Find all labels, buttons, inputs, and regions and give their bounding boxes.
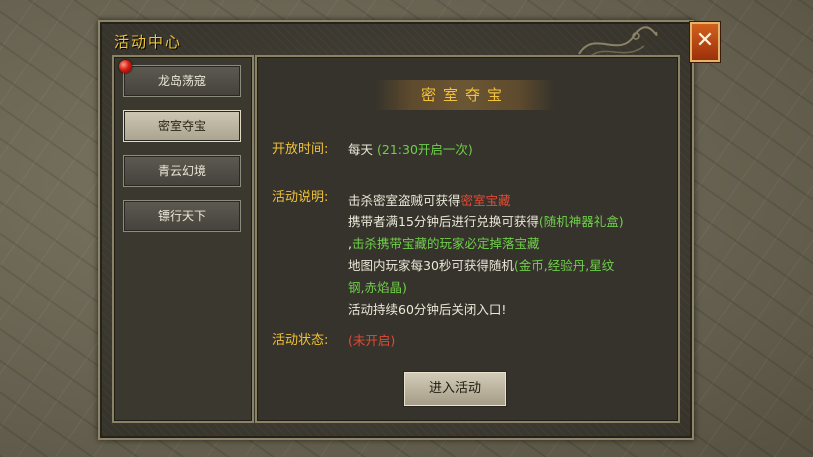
- description-line-4: 地图内玩家每30秒可获得随机(金币,经验丹,星纹: [348, 255, 614, 274]
- desc-text: 击杀密室盗贼可获得: [348, 193, 461, 208]
- status-label: 活动状态:: [272, 333, 329, 348]
- open-time-detail: (21:30开启一次): [377, 142, 473, 157]
- open-time-value: 每天: [348, 142, 374, 157]
- desc-highlight: (随机神器礼盒): [538, 214, 624, 229]
- desc-highlight: (金币,经验丹,星纹: [513, 258, 615, 273]
- description-line-2: 携带者满15分钟后进行兑换可获得(随机神器礼盒): [348, 211, 624, 230]
- description-line-1: 击杀密室盗贼可获得密室宝藏: [348, 190, 511, 209]
- description-line-3: ,击杀携带宝藏的玩家必定掉落宝藏: [348, 233, 540, 252]
- activity-heading: 密室夺宝: [375, 80, 555, 110]
- panel-title: 活动中心: [114, 33, 183, 51]
- description-line-6: 活动持续60分钟后关闭入口!: [348, 302, 507, 317]
- description-line-5: 钢,赤焰晶): [348, 280, 407, 295]
- menu-item-longdao[interactable]: 龙岛荡寇: [123, 65, 241, 97]
- open-time-text: 每天 (21:30开启一次): [348, 139, 473, 158]
- notification-dot-icon: [119, 60, 132, 73]
- enter-activity-button[interactable]: 进入活动: [404, 372, 506, 406]
- close-icon: ✕: [695, 28, 715, 53]
- menu-item-mishi[interactable]: 密室夺宝: [123, 110, 241, 142]
- desc-text: 携带者满15分钟后进行兑换可获得: [348, 214, 539, 229]
- close-button[interactable]: ✕: [690, 22, 720, 62]
- open-time-label: 开放时间:: [272, 142, 329, 157]
- desc-highlight: 密室宝藏: [460, 193, 511, 208]
- status-value: (未开启): [348, 333, 396, 348]
- desc-highlight: 击杀携带宝藏的玩家必定掉落宝藏: [351, 236, 540, 251]
- menu-item-biaoxing[interactable]: 镖行天下: [123, 200, 241, 232]
- description-label: 活动说明:: [272, 190, 329, 205]
- menu-item-qingyun[interactable]: 青云幻境: [123, 155, 241, 187]
- desc-text: 地图内玩家每30秒可获得随机: [348, 258, 514, 273]
